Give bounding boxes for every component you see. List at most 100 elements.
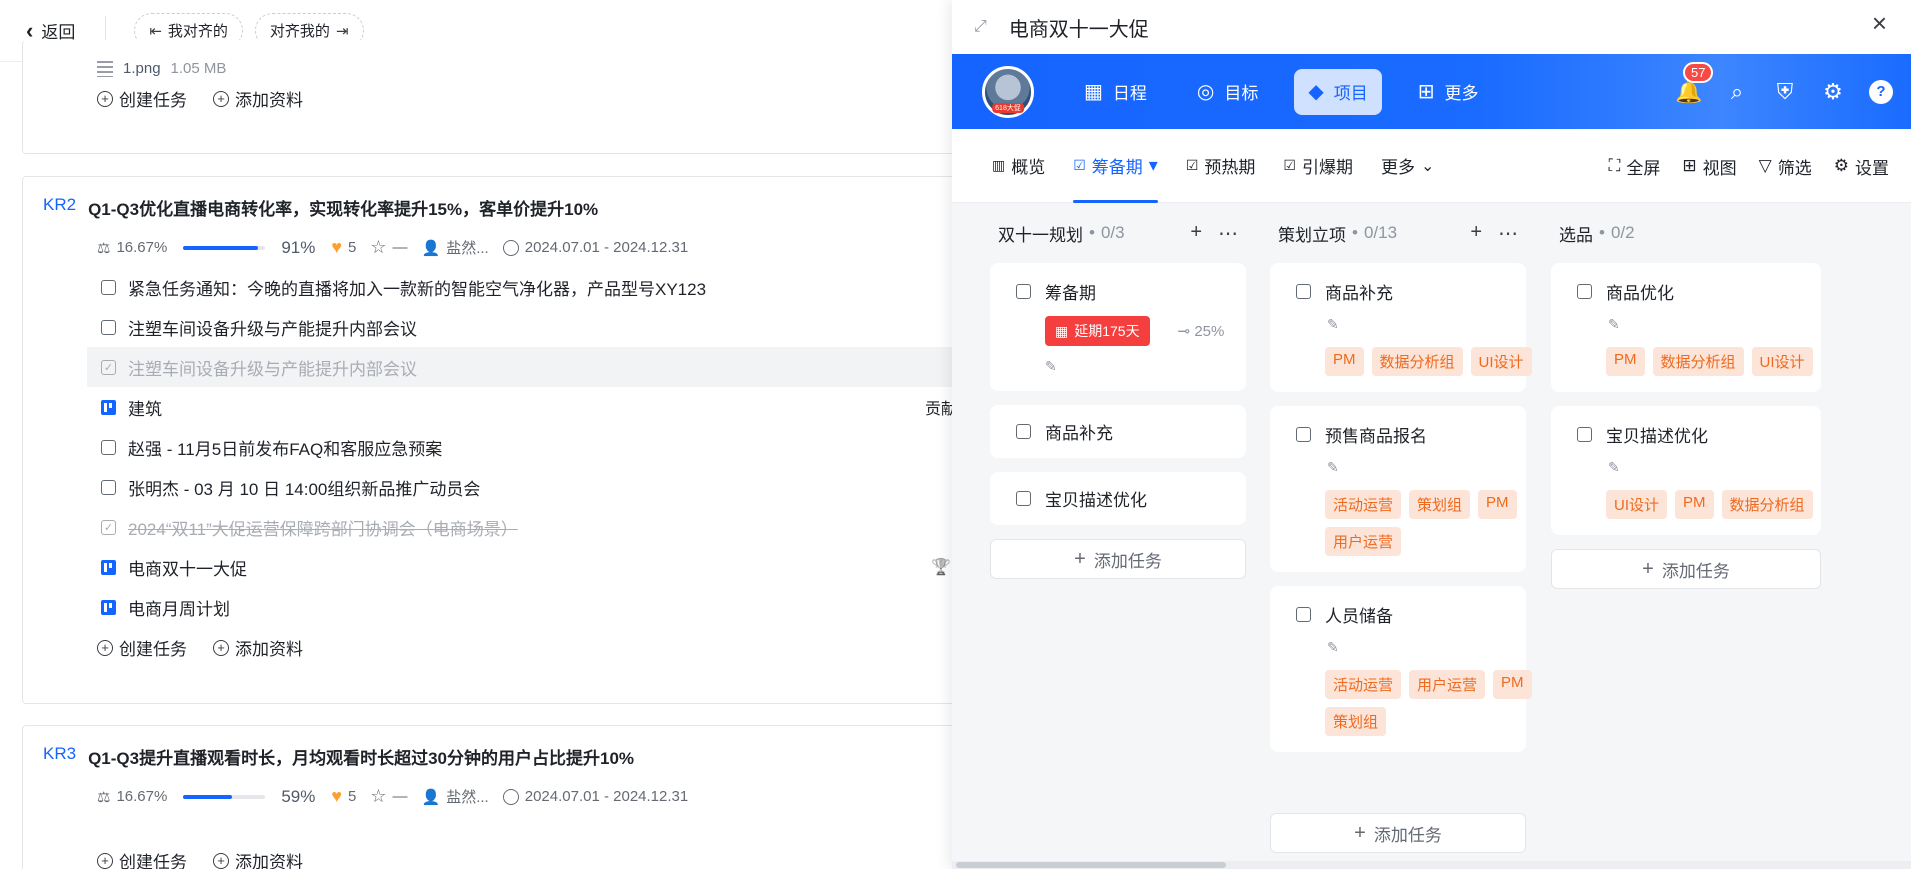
task-card[interactable]: 商品优化 ✎ PM 数据分析组 UI设计 bbox=[1551, 263, 1821, 392]
task-row[interactable]: 张明杰 - 03 月 10 日 14:00组织新品推广动员会 bbox=[87, 467, 952, 507]
edit-icon[interactable]: ✎ bbox=[1327, 316, 1510, 333]
horizontal-scrollbar[interactable] bbox=[952, 861, 1911, 869]
nav-tab-0[interactable]: ▦ 日程 bbox=[1070, 69, 1161, 115]
heart-icon[interactable]: ♥ bbox=[331, 786, 342, 807]
task-checkbox[interactable] bbox=[1296, 607, 1311, 622]
star-icon[interactable]: ☆ bbox=[370, 237, 386, 258]
kr-owner[interactable]: 盐然... bbox=[446, 237, 489, 258]
tag-chip[interactable]: 数据分析组 bbox=[1721, 490, 1813, 519]
edit-icon[interactable]: ✎ bbox=[1608, 459, 1805, 476]
create-task-button[interactable]: + 创建任务 bbox=[97, 86, 187, 111]
tag-chip[interactable]: 活动运营 bbox=[1325, 490, 1402, 519]
task-row[interactable]: 注塑车间设备升级与产能提升内部会议 bbox=[87, 307, 952, 347]
task-checkbox[interactable] bbox=[1296, 427, 1311, 442]
task-row[interactable]: 电商双十一大促 🏆 bbox=[87, 547, 952, 587]
tag-chip[interactable]: PM bbox=[1325, 347, 1364, 376]
tag-chip[interactable]: UI设计 bbox=[1751, 347, 1813, 376]
task-card[interactable]: 宝贝描述优化 bbox=[990, 472, 1246, 525]
task-checkbox[interactable] bbox=[1296, 284, 1311, 299]
tag-chip[interactable]: PM bbox=[1478, 490, 1517, 519]
close-icon[interactable]: × bbox=[1872, 10, 1887, 36]
kr3-title-row[interactable]: KR3 Q1-Q3提升直播观看时长，月均观看时长超过30分钟的用户占比提升10% bbox=[43, 744, 634, 769]
task-row[interactable]: 赵强 - 11月5日前发布FAQ和客服应急预案 bbox=[87, 427, 952, 467]
tag-chip[interactable]: 策划组 bbox=[1325, 707, 1387, 736]
scrollbar-thumb[interactable] bbox=[956, 862, 1226, 868]
tag-chip[interactable]: 数据分析组 bbox=[1371, 347, 1463, 376]
task-card[interactable]: 人员储备 ✎ 活动运营 用户运营 PM 策划组 bbox=[1270, 586, 1532, 752]
filter-button[interactable]: ▽ 筛选 bbox=[1759, 154, 1812, 179]
heart-icon[interactable]: ♥ bbox=[331, 237, 342, 258]
add-material-button[interactable]: + 添加资料 bbox=[213, 848, 303, 869]
task-checkbox[interactable] bbox=[101, 439, 116, 455]
add-task-button[interactable]: + 添加任务 bbox=[1551, 549, 1821, 589]
task-checkbox[interactable]: ✓ bbox=[101, 519, 116, 535]
task-checkbox[interactable] bbox=[1016, 284, 1031, 299]
task-row[interactable]: 建筑 贡献值 bbox=[87, 387, 952, 427]
bell-icon[interactable]: 🔔 57 bbox=[1675, 61, 1714, 104]
star-icon[interactable]: ☆ bbox=[370, 786, 386, 807]
task-checkbox[interactable] bbox=[1016, 424, 1031, 439]
more-icon[interactable]: ⋯ bbox=[1218, 221, 1238, 246]
plus-icon[interactable]: + bbox=[1470, 221, 1482, 246]
task-row[interactable]: 紧急任务通知：今晚的直播将加入一款新的智能空气净化器，产品型号XY123 bbox=[87, 267, 952, 307]
shield-icon[interactable]: ⛨ bbox=[1773, 79, 1797, 104]
trophy-icon[interactable]: 🏆 bbox=[931, 557, 951, 577]
task-checkbox[interactable] bbox=[101, 479, 116, 495]
task-card[interactable]: 商品补充 ✎ PM 数据分析组 UI设计 bbox=[1270, 263, 1532, 392]
stage-tab-1[interactable]: ☑ 筹备期 ▾ bbox=[1073, 129, 1158, 203]
tag-chip[interactable]: 数据分析组 bbox=[1652, 347, 1744, 376]
tag-chip[interactable]: UI设计 bbox=[1470, 347, 1532, 376]
stage-tab-4[interactable]: 更多 ⌄ bbox=[1381, 129, 1434, 203]
expand-icon[interactable]: ⤢ bbox=[974, 18, 987, 36]
task-checkbox[interactable] bbox=[1577, 427, 1592, 442]
settings-button[interactable]: ⚙ 设置 bbox=[1834, 154, 1889, 179]
task-row[interactable]: 电商月周计划 bbox=[87, 587, 952, 627]
nav-tab-3[interactable]: ⊞ 更多 bbox=[1404, 69, 1493, 115]
nav-tab-2[interactable]: ◆ 项目 bbox=[1294, 68, 1382, 115]
fullscreen-button[interactable]: ⛶ 全屏 bbox=[1609, 154, 1661, 179]
task-checkbox[interactable] bbox=[1577, 284, 1592, 299]
tag-chip[interactable]: 活动运营 bbox=[1325, 670, 1402, 699]
add-task-button[interactable]: + 添加任务 bbox=[990, 539, 1246, 579]
stage-tab-2[interactable]: ☑ 预热期 bbox=[1186, 129, 1256, 203]
edit-icon[interactable]: ✎ bbox=[1327, 459, 1510, 476]
task-card[interactable]: 预售商品报名 ✎ 活动运营 策划组 PM 用户运营 bbox=[1270, 406, 1526, 572]
task-checkbox[interactable] bbox=[101, 279, 116, 295]
kr2-title-row[interactable]: KR2 Q1-Q3优化直播电商转化率，实现转化率提升15%，客单价提升10% bbox=[43, 195, 598, 220]
task-card[interactable]: 商品补充 bbox=[990, 405, 1246, 458]
tag-chip[interactable]: PM bbox=[1493, 670, 1532, 699]
search-icon[interactable]: ⌕ bbox=[1725, 79, 1749, 104]
tag-chip[interactable]: 用户运营 bbox=[1325, 527, 1402, 556]
edit-icon[interactable]: ✎ bbox=[1608, 316, 1805, 333]
task-checkbox[interactable]: ✓ bbox=[101, 359, 116, 375]
help-icon[interactable]: ? bbox=[1869, 79, 1893, 104]
tag-chip[interactable]: PM bbox=[1675, 490, 1714, 519]
attachment-row[interactable]: 1.png 1.05 MB bbox=[97, 60, 226, 77]
task-checkbox[interactable] bbox=[1016, 491, 1031, 506]
add-material-button[interactable]: + 添加资料 bbox=[213, 635, 303, 660]
edit-icon[interactable]: ✎ bbox=[1045, 358, 1230, 375]
add-task-button[interactable]: + 添加任务 bbox=[1270, 813, 1526, 853]
create-task-button[interactable]: + 创建任务 bbox=[97, 848, 187, 869]
plus-icon[interactable]: + bbox=[1190, 221, 1202, 246]
view-button[interactable]: ⊞ 视图 bbox=[1682, 154, 1736, 179]
stage-tab-3[interactable]: ☑ 引爆期 bbox=[1283, 129, 1353, 203]
tag-chip[interactable]: PM bbox=[1606, 347, 1645, 376]
tag-chip[interactable]: 用户运营 bbox=[1409, 670, 1486, 699]
gear-icon[interactable]: ⚙ bbox=[1821, 79, 1845, 104]
avatar[interactable]: 618大促 bbox=[982, 65, 1034, 118]
task-row[interactable]: ✓ 注塑车间设备升级与产能提升内部会议 bbox=[87, 347, 952, 387]
more-icon[interactable]: ⋯ bbox=[1498, 221, 1518, 246]
task-row[interactable]: ✓ 2024“双11”大促运营保障跨部门协调会（电商场景） bbox=[87, 507, 952, 547]
task-checkbox[interactable] bbox=[101, 319, 116, 335]
add-material-button[interactable]: + 添加资料 bbox=[213, 86, 303, 111]
task-card[interactable]: 筹备期 ▦ 延期175天 ⊸ 25% ✎ bbox=[990, 263, 1246, 391]
create-task-button[interactable]: + 创建任务 bbox=[97, 635, 187, 660]
nav-tab-1[interactable]: ◎ 目标 bbox=[1183, 69, 1272, 115]
tag-chip[interactable]: UI设计 bbox=[1606, 490, 1668, 519]
edit-icon[interactable]: ✎ bbox=[1327, 639, 1510, 656]
kr-owner[interactable]: 盐然... bbox=[446, 786, 489, 807]
stage-tab-0[interactable]: ▥ 概览 bbox=[992, 129, 1045, 203]
task-card[interactable]: 宝贝描述优化 ✎ UI设计 PM 数据分析组 bbox=[1551, 406, 1821, 535]
tag-chip[interactable]: 策划组 bbox=[1409, 490, 1471, 519]
